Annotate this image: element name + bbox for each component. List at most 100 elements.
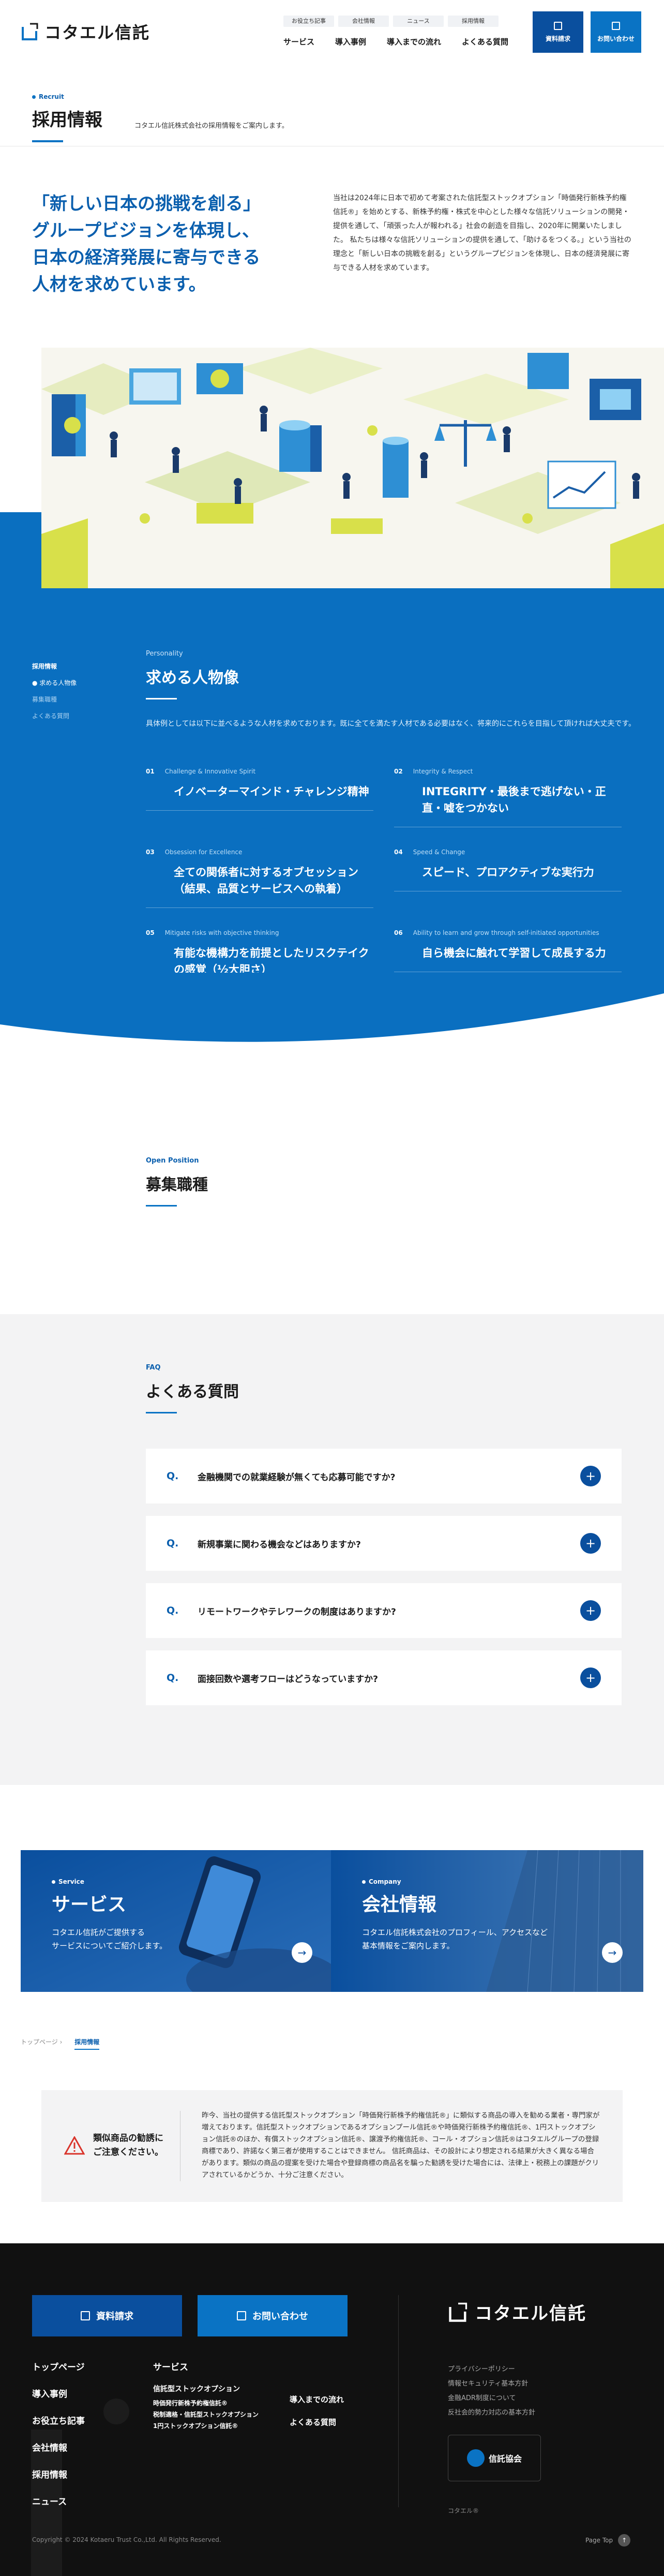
dot-icon	[52, 1880, 55, 1884]
faq-question: 新規事業に関わる機会などはありますか?	[198, 1539, 361, 1550]
faq-q-mark: Q.	[167, 1538, 179, 1549]
item-title: INTEGRITY・最後まで逃げない・正直・嘘をつかない	[422, 785, 606, 814]
contact-button[interactable]: お問い合わせ	[591, 11, 641, 53]
util-link-recruit[interactable]: 採用情報	[448, 16, 499, 27]
arrow-up-icon: ↑	[618, 2534, 631, 2547]
service-card[interactable]: Service サービス コタエル信託がご提供する サービスについてご紹介します…	[21, 1850, 333, 1992]
association-name: 信託協会	[488, 2454, 522, 2464]
open-position-en: Open Position	[146, 1157, 199, 1165]
footer-link-flow[interactable]: 導入までの流れ	[290, 2388, 344, 2411]
footer-link-company[interactable]: 会社情報	[32, 2435, 85, 2462]
faq-en: FAQ	[146, 1364, 161, 1372]
item-number: 06	[394, 929, 403, 936]
page-subtitle: コタエル信託株式会社の採用情報をご案内します。	[134, 122, 289, 130]
sidebar-item-positions[interactable]: 募集職種	[32, 691, 77, 708]
mail-icon	[612, 22, 620, 30]
service-en: Service	[52, 1878, 167, 1885]
plus-icon[interactable]: +	[580, 1600, 601, 1621]
faq-heading: FAQ よくある質問	[146, 1364, 239, 1413]
footer-link-adr[interactable]: 金融ADR制度について	[448, 2391, 535, 2406]
warning-heading: 類似商品の勧誘に ご注意ください。	[64, 2132, 163, 2160]
footer-contact-button[interactable]: お問い合わせ	[198, 2295, 348, 2336]
footer-link-service-2[interactable]: 時価発行新株予約権信託®	[153, 2398, 259, 2409]
nav-flow[interactable]: 導入までの流れ	[387, 36, 441, 47]
personality-item: 04 Speed & Change スピード、プロアクティブな実行力	[394, 848, 622, 891]
plus-icon[interactable]: +	[580, 1667, 601, 1688]
footer-link-news[interactable]: ニュース	[32, 2489, 85, 2515]
footer-link-cases[interactable]: 導入事例	[32, 2381, 85, 2408]
plus-icon[interactable]: +	[580, 1466, 601, 1486]
footer-link-faq[interactable]: よくある質問	[290, 2411, 344, 2434]
item-en: Obsession for Excellence	[164, 848, 243, 856]
recruit-sidebar: 採用情報 ● 求める人物像 募集職種 よくある質問	[32, 658, 77, 724]
personality-underline	[146, 698, 177, 699]
personality-en: Personality	[146, 650, 183, 658]
plus-icon[interactable]: +	[580, 1533, 601, 1554]
company-en-text: Company	[369, 1878, 401, 1885]
faq-item[interactable]: Q. 面接回数や選考フローはどうなっていますか? +	[146, 1650, 622, 1705]
service-desc: コタエル信託がご提供する サービスについてご紹介します。	[52, 1928, 168, 1950]
faq-item[interactable]: Q. 新規事業に関わる機会などはありますか? +	[146, 1516, 622, 1571]
site-footer: 資料請求 お問い合わせ トップページ 導入事例 お役立ち記事 会社情報 採用情報…	[0, 2243, 664, 2576]
item-en: Challenge & Innovative Spirit	[164, 768, 256, 775]
logo-mark-icon	[449, 2302, 467, 2322]
footer-link-articles[interactable]: お役立ち記事	[32, 2408, 85, 2435]
item-en: Mitigate risks with objective thinking	[164, 929, 279, 936]
util-link-news[interactable]: ニュース	[393, 16, 444, 27]
item-number: 02	[394, 768, 403, 775]
nav-cases[interactable]: 導入事例	[335, 36, 366, 47]
footer-link-service-1[interactable]: 信託型ストックオプション	[153, 2381, 259, 2398]
footer-link-top[interactable]: トップページ	[32, 2354, 85, 2381]
footer-logo-text: コタエル信託	[475, 2303, 586, 2324]
breadcrumb-separator: ›	[59, 2038, 65, 2046]
footer-link-recruit[interactable]: 採用情報	[32, 2462, 85, 2489]
footer-link-security[interactable]: 情報セキュリティ基本方針	[448, 2377, 535, 2391]
footer-link-privacy[interactable]: プライバシーポリシー	[448, 2362, 535, 2377]
personality-title: 求める人物像	[146, 669, 239, 687]
faq-question: 面接回数や選考フローはどうなっていますか?	[198, 1674, 379, 1685]
sidebar-item-faq[interactable]: よくある質問	[32, 708, 77, 724]
page-title-block: Recruit 採用情報	[32, 93, 102, 142]
util-link-company[interactable]: 会社情報	[338, 16, 389, 27]
arrow-right-icon[interactable]: →	[602, 1942, 623, 1963]
sidebar-item-personality[interactable]: ● 求める人物像	[32, 675, 77, 691]
footer-link-antisocial[interactable]: 反社会的勢力対応の基本方針	[448, 2406, 535, 2420]
site-logo[interactable]: コタエル信託	[21, 20, 150, 43]
breadcrumb-home[interactable]: トップページ	[21, 2038, 58, 2046]
nav-service[interactable]: サービス	[283, 36, 314, 47]
faq-item[interactable]: Q. 金融機関での就業経験が無くても応募可能ですか? +	[146, 1449, 622, 1503]
footer-col-service: サービス 信託型ストックオプション 時価発行新株予約権信託® 税制適格・信託型ス…	[153, 2354, 259, 2432]
breadcrumb-current: 採用情報	[74, 2038, 100, 2050]
company-title: 会社情報	[362, 1894, 437, 1915]
footer-logo[interactable]: コタエル信託	[448, 2299, 586, 2325]
nav-faq[interactable]: よくある質問	[462, 36, 508, 47]
util-link-articles[interactable]: お役立ち記事	[283, 16, 334, 27]
logo-mark-icon	[22, 23, 38, 40]
page-top-button[interactable]: Page Top ↑	[585, 2534, 631, 2547]
faq-item[interactable]: Q. リモートワークやテレワークの制度はありますか? +	[146, 1583, 622, 1638]
item-title: 全ての関係者に対するオブセッション（結果、品質とサービスへの執着）	[174, 866, 358, 895]
warning-icon	[64, 2136, 85, 2155]
footer-link-service-4[interactable]: 1円ストックオプション信託®	[153, 2420, 259, 2432]
footer-doc-button[interactable]: 資料請求	[32, 2295, 182, 2336]
item-en: Speed & Change	[413, 848, 465, 856]
company-card[interactable]: Company 会社情報 コタエル信託株式会社のプロフィール、アクセスなど 基本…	[331, 1850, 643, 1992]
personality-heading: Personality 求める人物像	[146, 650, 239, 699]
personality-item: 02 Integrity & Respect INTEGRITY・最後まで逃げない…	[394, 768, 622, 827]
trust-association-badge[interactable]: 信託協会	[448, 2435, 541, 2481]
mail-icon	[237, 2311, 246, 2320]
document-icon	[81, 2311, 90, 2320]
copyright: Copyright © 2024 Kotaeru Trust Co.,Ltd. …	[32, 2536, 221, 2543]
sidebar-item-recruit[interactable]: 採用情報	[32, 658, 77, 675]
section-curve	[0, 973, 664, 1055]
title-underline	[32, 140, 63, 142]
service-card-content: Service サービス コタエル信託がご提供する サービスについてご紹介します…	[52, 1878, 167, 1953]
footer-divider	[398, 2295, 399, 2507]
service-en-text: Service	[58, 1878, 84, 1885]
arrow-right-icon[interactable]: →	[292, 1942, 312, 1963]
company-card-content: Company 会社情報 コタエル信託株式会社のプロフィール、アクセスなど 基本…	[362, 1878, 548, 1953]
footer-link-service[interactable]: サービス	[153, 2354, 259, 2381]
faq-question: リモートワークやテレワークの制度はありますか?	[198, 1606, 396, 1617]
footer-link-service-3[interactable]: 税制適格・信託型ストックオプション	[153, 2409, 259, 2420]
doc-request-button[interactable]: 資料請求	[533, 11, 583, 53]
